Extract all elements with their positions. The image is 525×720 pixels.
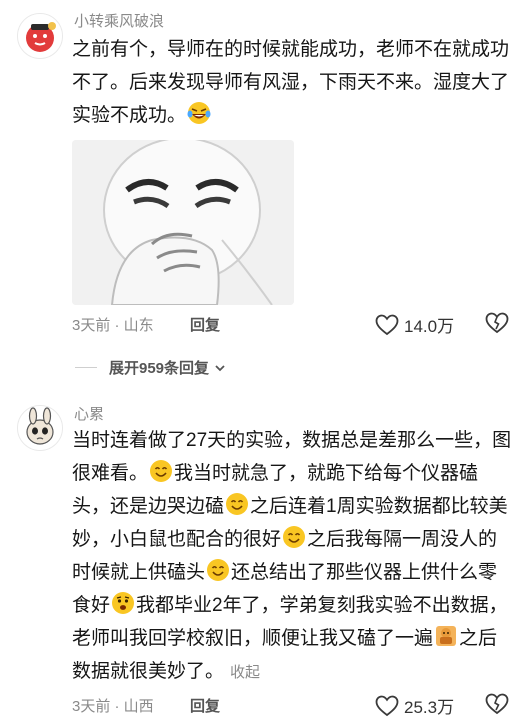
smile-emoji bbox=[207, 559, 230, 581]
worried-emoji bbox=[112, 592, 135, 614]
broken-heart-icon bbox=[485, 693, 509, 715]
reply-button[interactable]: 回复 bbox=[190, 695, 220, 716]
avatar-image bbox=[18, 14, 62, 58]
expand-replies-label: 展开959条回复 bbox=[109, 360, 210, 377]
comment-item: 小转乘风破浪 之前有个，导师在的时候就能成功，老师不在就成功不了。后来发现导师有… bbox=[0, 0, 525, 340]
collapse-button[interactable]: 收起 bbox=[230, 664, 260, 681]
comment-meta: 3天前 · 山西 bbox=[72, 698, 154, 715]
heart-outline-icon bbox=[375, 314, 399, 335]
meme-drawing bbox=[72, 140, 294, 305]
comment-text: 之前有个，导师在的时候就能成功，老师不在就成功不了。后来发现导师有风湿，下雨天不… bbox=[72, 33, 512, 132]
heart-outline-icon bbox=[375, 695, 399, 716]
dislike-button[interactable] bbox=[485, 693, 509, 720]
comment-item: 心累 当时连着做了27天的实验，数据总是差那么一些，图很难看。 我当时就急了，就… bbox=[0, 395, 525, 719]
avatar[interactable] bbox=[17, 405, 63, 451]
username[interactable]: 小转乘风破浪 bbox=[74, 10, 164, 31]
username[interactable]: 心累 bbox=[74, 403, 104, 424]
smile-emoji bbox=[226, 493, 249, 515]
comment-text-part: 之前有个，导师在的时候就能成功，老师不在就成功不了。后来发现导师有风湿，下雨天不… bbox=[72, 39, 510, 126]
chevron-down-icon bbox=[215, 364, 225, 371]
broken-heart-icon bbox=[485, 312, 509, 334]
like-count: 14.0万 bbox=[404, 317, 455, 336]
meme-image[interactable] bbox=[72, 140, 294, 305]
like-count: 25.3万 bbox=[404, 698, 455, 717]
expand-replies-button[interactable]: 展开959条回复 bbox=[75, 357, 227, 378]
comment-text: 当时连着做了27天的实验，数据总是差那么一些，图很难看。 我当时就急了，就跪下给… bbox=[72, 424, 512, 689]
bowing-sticker-emoji bbox=[436, 626, 457, 646]
laughing-crying-emoji bbox=[187, 102, 211, 124]
dislike-button[interactable] bbox=[485, 312, 509, 339]
divider-line bbox=[75, 367, 97, 368]
like-button[interactable]: 25.3万 bbox=[375, 693, 454, 718]
comment-meta: 3天前 · 山东 bbox=[72, 317, 154, 334]
reply-button[interactable]: 回复 bbox=[190, 314, 220, 335]
smile-emoji bbox=[283, 526, 306, 548]
avatar[interactable] bbox=[17, 13, 63, 59]
avatar-image bbox=[18, 406, 62, 450]
smile-emoji bbox=[150, 460, 173, 482]
like-button[interactable]: 14.0万 bbox=[375, 312, 454, 337]
